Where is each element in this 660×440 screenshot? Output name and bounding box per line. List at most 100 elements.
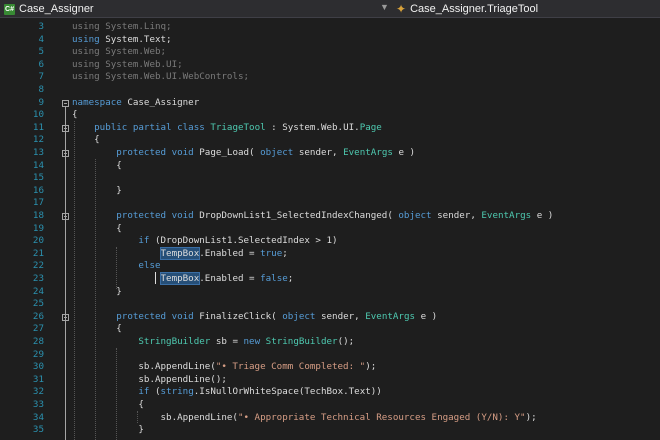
code-text: } bbox=[72, 424, 144, 437]
code-editor[interactable]: 3 using System.Linq; 4 using System.Text; 5 u… bbox=[0, 18, 660, 440]
line-number: 27 bbox=[32, 323, 44, 335]
code-token: public partial class bbox=[94, 121, 211, 133]
code-line[interactable]: 8 bbox=[0, 84, 660, 97]
line-number: 9 bbox=[38, 96, 44, 108]
code-token: { bbox=[72, 109, 78, 121]
code-line[interactable]: 29 bbox=[0, 349, 660, 362]
code-token: EventArgs bbox=[481, 210, 532, 221]
collapse-finalize-click-icon[interactable] bbox=[62, 314, 69, 321]
code-line[interactable]: 17 bbox=[0, 197, 660, 210]
code-token: System.Web.UI; bbox=[105, 58, 183, 70]
chevron-down-icon[interactable]: ▼ bbox=[380, 2, 389, 12]
code-line[interactable]: 15 bbox=[0, 172, 660, 185]
member-dropdown[interactable]: ✦ Case_Assigner.TriageTool bbox=[396, 2, 538, 16]
code-token: FinalizeClick( bbox=[199, 310, 283, 322]
code-line[interactable]: 11 public partial class TriageTool : Sys… bbox=[0, 122, 660, 135]
code-line[interactable]: 33 { bbox=[0, 399, 660, 412]
code-line[interactable]: 3 using System.Linq; bbox=[0, 21, 660, 34]
indent-guide bbox=[116, 348, 117, 440]
code-line[interactable]: 30 sb.AppendLine("• Triage Comm Complete… bbox=[0, 361, 660, 374]
code-line[interactable]: 4 using System.Text; bbox=[0, 34, 660, 47]
collapse-class-icon[interactable] bbox=[62, 125, 69, 132]
code-line[interactable]: 9 namespace Case_Assigner bbox=[0, 97, 660, 110]
code-line[interactable]: 13 protected void Page_Load( object send… bbox=[0, 147, 660, 160]
code-token: StringBuilder bbox=[265, 336, 338, 347]
line-number: 34 bbox=[32, 411, 44, 423]
line-number: 29 bbox=[32, 348, 44, 360]
code-token: .Enabled = bbox=[199, 247, 261, 259]
line-number: 32 bbox=[32, 386, 44, 398]
code-token: e ) bbox=[392, 147, 416, 158]
code-token: e ) bbox=[415, 310, 438, 322]
code-token: using bbox=[72, 21, 106, 32]
code-line[interactable]: 20 if (DropDownList1.SelectedIndex > 1) bbox=[0, 235, 660, 248]
code-line[interactable]: 34 sb.AppendLine("• Appropriate Technica… bbox=[0, 412, 660, 425]
collapse-namespace-icon[interactable] bbox=[62, 100, 69, 107]
code-line[interactable]: 16 } bbox=[0, 185, 660, 198]
code-line[interactable]: 21 TempBox.Enabled = true; bbox=[0, 246, 660, 261]
code-token: new bbox=[243, 336, 266, 347]
code-line[interactable]: 18 protected void DropDownList1_Selected… bbox=[0, 210, 660, 223]
code-token: .Enabled = bbox=[199, 273, 261, 284]
code-token: System.Linq; bbox=[105, 21, 172, 32]
code-line[interactable]: 23 TempBox.Enabled = false; bbox=[0, 272, 660, 286]
code-text: if (DropDownList1.SelectedIndex > 1) bbox=[72, 235, 337, 248]
code-line[interactable]: 10 { bbox=[0, 109, 660, 122]
code-text: sb.AppendLine("• Appropriate Technical R… bbox=[72, 412, 537, 425]
code-token: ); bbox=[365, 361, 377, 373]
code-line[interactable]: 27 { bbox=[0, 323, 660, 336]
line-number: 35 bbox=[32, 424, 44, 436]
csharp-file-icon: C# bbox=[4, 3, 15, 15]
code-line[interactable]: 31 sb.AppendLine(); bbox=[0, 374, 660, 387]
line-number: 6 bbox=[38, 58, 44, 70]
code-token: object bbox=[282, 310, 321, 322]
code-token: { bbox=[72, 323, 122, 335]
indent-guide bbox=[116, 247, 117, 289]
code-token: using bbox=[72, 71, 106, 83]
code-token: Page_Load( bbox=[199, 147, 261, 158]
code-line[interactable]: 26 protected void FinalizeClick( object … bbox=[0, 311, 660, 324]
navigation-bar: C# Case_Assigner ▼ ✦ Case_Assigner.Triag… bbox=[0, 0, 660, 18]
code-line[interactable]: 22 else bbox=[0, 260, 660, 273]
code-token: EventArgs bbox=[343, 147, 393, 158]
code-token: ; bbox=[287, 273, 294, 284]
code-token: sender, bbox=[437, 210, 482, 221]
code-line[interactable]: 6 using System.Web.UI; bbox=[0, 59, 660, 72]
code-line[interactable]: 25 bbox=[0, 298, 660, 311]
code-line[interactable]: 28 StringBuilder sb = new StringBuilder(… bbox=[0, 336, 660, 349]
code-text: { bbox=[72, 223, 122, 236]
text-cursor bbox=[155, 272, 156, 284]
line-number: 3 bbox=[38, 21, 44, 32]
project-dropdown[interactable]: C# Case_Assigner bbox=[4, 2, 94, 16]
line-number: 22 bbox=[32, 260, 44, 272]
collapse-dropdown-handler-icon[interactable] bbox=[62, 213, 69, 220]
highlighted-reference: TempBox bbox=[159, 246, 201, 260]
code-token: } bbox=[72, 285, 122, 297]
code-token: sb.AppendLine( bbox=[72, 411, 238, 423]
collapse-page-load-icon[interactable] bbox=[62, 150, 69, 157]
class-icon: ✦ bbox=[396, 2, 407, 16]
code-line[interactable]: 12 { bbox=[0, 134, 660, 147]
code-token: else bbox=[138, 260, 161, 272]
code-text: using System.Text; bbox=[72, 34, 172, 47]
code-token: Case_Assigner bbox=[127, 96, 200, 108]
line-number: 8 bbox=[38, 84, 44, 95]
code-line[interactable]: 24 } bbox=[0, 286, 660, 299]
line-number: 26 bbox=[32, 310, 44, 322]
code-text: } bbox=[72, 185, 122, 198]
code-token: { bbox=[72, 222, 122, 234]
code-token: false bbox=[260, 273, 288, 284]
code-text: StringBuilder sb = new StringBuilder(); bbox=[72, 336, 354, 349]
code-token: (); bbox=[337, 336, 355, 347]
code-line[interactable]: 35 } bbox=[0, 424, 660, 437]
code-line[interactable]: 32 if (string.IsNullOrWhiteSpace(TechBox… bbox=[0, 386, 660, 399]
line-number: 30 bbox=[32, 361, 44, 373]
code-line[interactable]: 7 using System.Web.UI.WebControls; bbox=[0, 71, 660, 84]
code-line[interactable]: 14 { bbox=[0, 160, 660, 173]
line-number: 4 bbox=[38, 33, 44, 45]
code-line[interactable]: 19 { bbox=[0, 223, 660, 236]
code-token: } bbox=[72, 424, 144, 436]
code-text: TempBox.Enabled = true; bbox=[72, 246, 288, 261]
line-number: 31 bbox=[32, 373, 44, 385]
code-line[interactable]: 5 using System.Web; bbox=[0, 46, 660, 59]
